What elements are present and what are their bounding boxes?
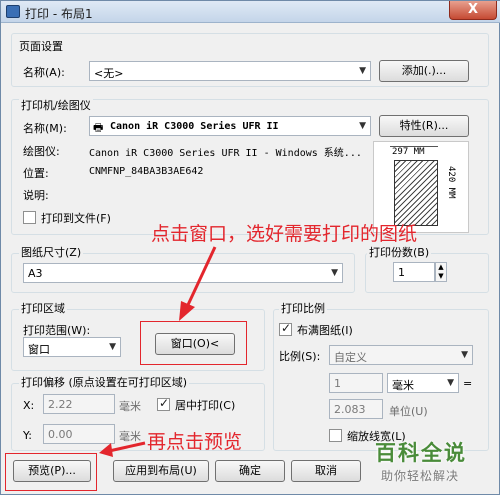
paper-size-heading: 图纸尺寸(Z) xyxy=(19,244,84,260)
apply-to-layout-button[interactable]: 应用到布局(U) xyxy=(113,460,209,482)
window-title: 打印 - 布局1 xyxy=(25,7,93,21)
chevron-down-icon: ▼ xyxy=(359,66,366,76)
equals-sign: = xyxy=(463,377,473,390)
scale-label: 比例(S): xyxy=(279,350,321,363)
cancel-button[interactable]: 取消 xyxy=(291,460,361,482)
page-setup-name-value: <无> xyxy=(94,67,124,80)
scale-value: 自定义 xyxy=(334,351,367,364)
chevron-down-icon: ▼ xyxy=(331,268,338,278)
chevron-down-icon: ▼ xyxy=(109,342,116,352)
annotation-bottom: 再点击预览 xyxy=(147,431,243,453)
offset-x-input[interactable]: 2.22 xyxy=(43,394,115,414)
offset-y-value: 0.00 xyxy=(48,428,73,441)
center-plot-checkbox[interactable] xyxy=(157,396,170,411)
fit-to-paper-checkbox[interactable] xyxy=(279,321,292,336)
printer-heading: 打印机/绘图仪 xyxy=(19,97,93,113)
watermark-title: 百科全说 xyxy=(375,441,467,465)
properties-button[interactable]: 特性(R)... xyxy=(379,115,469,137)
page-setup-name-select[interactable]: <无> ▼ xyxy=(89,61,371,81)
close-button[interactable]: X xyxy=(449,1,497,20)
offset-x-label: X: xyxy=(23,399,35,412)
unit-value: 毫米 xyxy=(392,379,414,392)
watermark-subtitle: 助你轻松解决 xyxy=(381,469,460,483)
paper-size-value: A3 xyxy=(28,267,43,280)
preview-button-highlight xyxy=(5,453,97,491)
copies-spinner[interactable]: ▲ ▼ xyxy=(435,262,447,282)
copies-value: 1 xyxy=(398,266,405,279)
printer-name-value: Canon iR C3000 Series UFR II xyxy=(110,121,279,132)
print-dialog: 打印 - 布局1 X 页面设置 名称(A): <无> ▼ 添加(.)... 打印… xyxy=(0,0,500,495)
scale-value2: 2.083 xyxy=(334,403,366,416)
printer-name-label: 名称(M): xyxy=(23,122,67,135)
scale-value1-input[interactable]: 1 xyxy=(329,373,383,393)
scale-value1: 1 xyxy=(334,377,341,390)
fit-to-paper-label: 布满图纸(I) xyxy=(297,324,353,337)
copies-input[interactable]: 1 xyxy=(393,262,435,282)
location-value: CNMFNP_84BA3B3AE642 xyxy=(89,166,204,177)
print-area-heading: 打印区域 xyxy=(19,300,67,316)
print-offset-heading: 打印偏移 (原点设置在可打印区域) xyxy=(19,374,190,390)
page-setup-name-label: 名称(A): xyxy=(23,66,65,79)
plotter-value: Canon iR C3000 Series UFR II - Windows 系… xyxy=(89,148,362,159)
printer-icon: 🖶 xyxy=(93,121,104,134)
print-range-label: 打印范围(W): xyxy=(23,324,91,337)
unit-label: 单位(U) xyxy=(389,405,428,418)
print-range-value: 窗口 xyxy=(28,343,50,356)
unit-select[interactable]: 毫米 ▼ xyxy=(387,373,459,393)
offset-x-unit: 毫米 xyxy=(119,400,141,413)
scale-value2-input[interactable]: 2.083 xyxy=(329,399,383,419)
offset-y-label: Y: xyxy=(23,429,32,442)
chevron-down-icon: ▼ xyxy=(359,121,366,131)
page-setup-heading: 页面设置 xyxy=(19,40,63,53)
scale-lineweights-checkbox[interactable] xyxy=(329,429,342,442)
paper-hatch xyxy=(394,160,438,226)
window-button-highlight xyxy=(140,321,247,365)
plotter-label: 绘图仪: xyxy=(23,145,60,158)
print-range-select[interactable]: 窗口 ▼ xyxy=(23,337,121,357)
preview-width-label: 297 MM xyxy=(392,147,425,157)
ok-button[interactable]: 确定 xyxy=(215,460,285,482)
app-icon xyxy=(6,5,20,18)
printer-name-select[interactable]: 🖶 Canon iR C3000 Series UFR II ▼ xyxy=(89,116,371,136)
watermark: 百科全说 助你轻松解决 xyxy=(375,437,493,487)
copies-heading: 打印份数(B) xyxy=(367,244,432,260)
center-plot-label: 居中打印(C) xyxy=(175,399,236,412)
print-to-file-label: 打印到文件(F) xyxy=(41,212,111,225)
chevron-down-icon: ▼ xyxy=(461,350,468,360)
preview-height-label: 420 MM xyxy=(446,166,456,199)
plot-scale-heading: 打印比例 xyxy=(279,300,327,316)
annotation-arrow-bottom xyxy=(99,441,146,457)
annotation-arrow-top xyxy=(179,246,217,321)
chevron-down-icon: ▼ xyxy=(447,378,454,388)
description-label: 说明: xyxy=(23,189,49,202)
add-button[interactable]: 添加(.)... xyxy=(379,60,469,82)
title-bar: 打印 - 布局1 X xyxy=(1,1,500,23)
location-label: 位置: xyxy=(23,167,49,180)
offset-x-value: 2.22 xyxy=(48,398,73,411)
print-to-file-checkbox[interactable] xyxy=(23,211,36,224)
scale-select[interactable]: 自定义 ▼ xyxy=(329,345,473,365)
